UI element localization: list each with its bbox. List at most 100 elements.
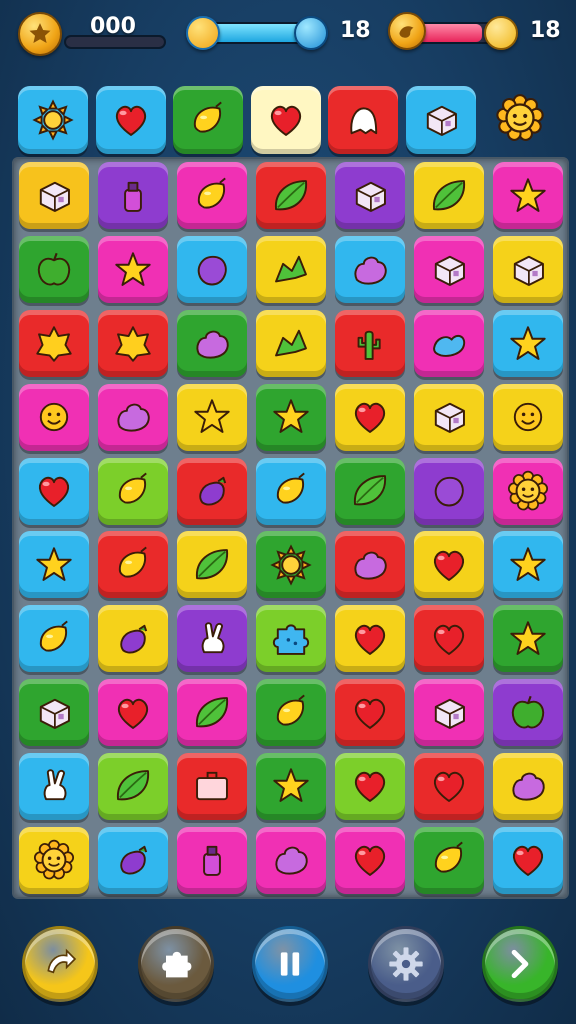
tile-star[interactable]: [255, 383, 326, 451]
tile-star[interactable]: [492, 310, 563, 377]
undo-button[interactable]: [22, 926, 98, 1002]
leaf-icon: [195, 548, 228, 580]
tile-sun[interactable]: [255, 531, 326, 599]
tile-crate[interactable]: [334, 162, 405, 230]
tile-rabbit[interactable]: [176, 605, 247, 673]
next-button[interactable]: [482, 926, 558, 1002]
shuffle-button[interactable]: [138, 926, 214, 1002]
tile-blob-puff[interactable]: [334, 531, 405, 599]
gear-icon: [389, 947, 423, 981]
chevron-right-icon: [511, 949, 529, 979]
tile-star[interactable]: [176, 383, 247, 451]
goal-tile-heart: [250, 86, 321, 154]
heart-icon: [117, 698, 148, 729]
blob-puff-icon: [511, 773, 545, 801]
score-progress-bar: [64, 35, 166, 49]
tile-puzzle[interactable]: [255, 605, 326, 673]
tile-leaf-shape[interactable]: [255, 236, 326, 304]
tile-crate[interactable]: [492, 236, 563, 304]
tile-blob-tail[interactable]: [413, 310, 484, 377]
tile-eggplant[interactable]: [176, 457, 247, 525]
cactus-icon: [357, 330, 381, 360]
tile-leaf[interactable]: [97, 752, 168, 820]
tile-lemon[interactable]: [255, 679, 326, 746]
tile-leaf-shape[interactable]: [255, 310, 326, 377]
tile-heart[interactable]: [18, 457, 89, 525]
tile-spray[interactable]: [176, 826, 247, 894]
tile-blob-puff[interactable]: [176, 310, 247, 377]
tile-spray[interactable]: [97, 162, 168, 230]
tile-heart[interactable]: [334, 752, 405, 820]
tile-heart[interactable]: [334, 679, 405, 746]
tile-heart[interactable]: [413, 752, 484, 820]
tile-leaf[interactable]: [176, 531, 247, 599]
tile-crate[interactable]: [413, 383, 484, 451]
tile-blob-puff[interactable]: [255, 826, 326, 894]
tile-lemon[interactable]: [255, 457, 326, 525]
tile-lemon[interactable]: [97, 531, 168, 599]
tile-leaf[interactable]: [255, 162, 326, 230]
spray-icon: [202, 845, 221, 877]
apple-icon: [511, 695, 544, 728]
tile-blob-puff[interactable]: [492, 752, 563, 820]
tile-rabbit[interactable]: [18, 752, 89, 820]
tile-heart[interactable]: [413, 531, 484, 599]
tile-lemon[interactable]: [97, 457, 168, 525]
tile-apple[interactable]: [18, 236, 89, 304]
tile-crate[interactable]: [18, 679, 89, 746]
lemon-icon: [276, 472, 305, 504]
tile-heart[interactable]: [413, 605, 484, 673]
tile-crate[interactable]: [18, 162, 89, 230]
pause-button[interactable]: [252, 926, 328, 1002]
tile-heart[interactable]: [334, 826, 405, 894]
tile-leaf[interactable]: [413, 162, 484, 230]
tile-star[interactable]: [255, 752, 326, 820]
tile-smiley[interactable]: [492, 383, 563, 451]
tile-star[interactable]: [18, 531, 89, 599]
eggplant-icon: [198, 476, 226, 506]
tile-star[interactable]: [492, 605, 563, 673]
tile-blob-puff[interactable]: [97, 383, 168, 451]
tile-crate[interactable]: [413, 236, 484, 304]
tile-blob-star[interactable]: [18, 310, 89, 377]
lemon-icon: [118, 472, 147, 504]
tile-blob-purple[interactable]: [176, 236, 247, 304]
tile-heart[interactable]: [334, 383, 405, 451]
tile-heart[interactable]: [492, 826, 563, 894]
tile-eggplant[interactable]: [97, 605, 168, 673]
tile-apple[interactable]: [492, 679, 563, 746]
heart-icon: [354, 772, 385, 803]
tile-blob-star[interactable]: [97, 310, 168, 377]
settings-button[interactable]: [368, 926, 444, 1002]
tile-heart[interactable]: [97, 679, 168, 746]
tile-star[interactable]: [492, 531, 563, 599]
star-coin-icon: [18, 12, 62, 56]
tile-tv[interactable]: [176, 752, 247, 820]
tile-smiley-flower[interactable]: [492, 457, 563, 525]
moves-value: 18: [340, 18, 371, 43]
tile-lemon[interactable]: [413, 826, 484, 894]
tile-eggplant[interactable]: [97, 826, 168, 894]
star-icon: [509, 547, 546, 581]
tile-heart[interactable]: [334, 605, 405, 673]
star-icon: [509, 325, 546, 360]
tile-smiley[interactable]: [18, 383, 89, 451]
tile-lemon[interactable]: [18, 605, 89, 673]
tile-leaf[interactable]: [334, 457, 405, 525]
leaf-shape-icon: [274, 329, 307, 356]
game-board: [12, 157, 569, 899]
tile-blob-puff[interactable]: [334, 236, 405, 304]
tile-heart-blob[interactable]: [492, 162, 563, 230]
tile-blob-purple[interactable]: [413, 457, 484, 525]
tile-cactus[interactable]: [334, 310, 405, 377]
tile-leaf[interactable]: [176, 679, 247, 746]
tile-lemon[interactable]: [176, 162, 247, 230]
moves-badge-icon: [186, 16, 220, 50]
tile-smiley-flower[interactable]: [18, 826, 89, 894]
sun-icon: [32, 99, 74, 141]
tile-crate[interactable]: [413, 679, 484, 746]
star-icon: [114, 251, 151, 286]
blob-purple-icon: [434, 476, 464, 507]
crate-icon: [39, 698, 70, 729]
tile-star[interactable]: [97, 236, 168, 304]
